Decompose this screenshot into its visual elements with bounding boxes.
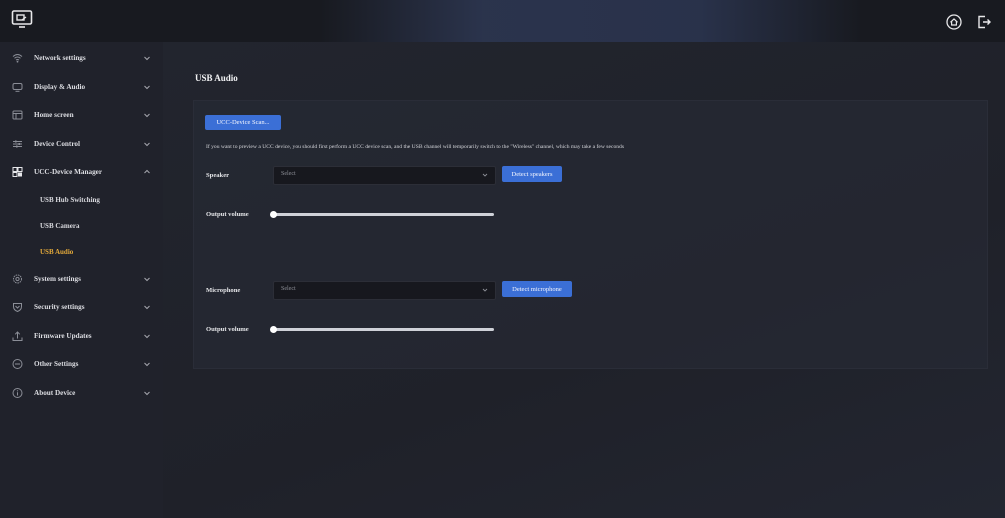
sidebar-item-label: Network settings — [34, 54, 86, 63]
minus-circle-icon — [12, 359, 23, 370]
sidebar-item-label: Firmware Updates — [34, 331, 92, 340]
chevron-down-icon — [143, 83, 151, 91]
chevron-down-icon — [143, 111, 151, 119]
microphone-select[interactable]: Select — [273, 281, 496, 300]
sidebar-item-label: Home screen — [34, 111, 74, 120]
chevron-down-icon — [143, 275, 151, 283]
speaker-select[interactable]: Select — [273, 166, 496, 185]
speaker-output-volume-label: Output volume — [206, 211, 249, 218]
speaker-volume-slider[interactable] — [273, 213, 494, 216]
speaker-select-value: Select — [281, 171, 296, 177]
sidebar-item-ucc-device-manager[interactable]: UCC-Device Manager — [0, 158, 163, 187]
sidebar-item-about-device[interactable]: About Device — [0, 379, 163, 408]
sidebar-subitem-label: USB Hub Switching — [40, 195, 100, 204]
speaker-label: Speaker — [206, 172, 230, 179]
sidebar-item-security-settings[interactable]: Security settings — [0, 293, 163, 322]
sidebar-subitem-usb-hub-switching[interactable]: USB Hub Switching — [0, 187, 163, 213]
chevron-down-icon — [143, 303, 151, 311]
top-bar — [0, 0, 1005, 42]
home-icon[interactable] — [944, 12, 964, 32]
speaker-volume-slider-thumb[interactable] — [270, 211, 277, 218]
sidebar-item-home-screen[interactable]: Home screen — [0, 101, 163, 130]
microphone-output-volume-label: Output volume — [206, 326, 249, 333]
microphone-label: Microphone — [206, 287, 241, 294]
sidebar-item-label: Other Settings — [34, 360, 79, 369]
top-bar-glow — [320, 0, 862, 42]
sidebar-item-label: Device Control — [34, 139, 80, 148]
sidebar-item-label: System settings — [34, 274, 81, 283]
main-content: USB Audio UCC-Device Scan... If you want… — [163, 42, 1005, 518]
sidebar-subitem-usb-audio[interactable]: USB Audio — [0, 239, 163, 265]
screen-share-icon[interactable] — [10, 8, 34, 30]
detect-speakers-button[interactable]: Detect speakers — [502, 166, 562, 182]
chevron-down-icon — [482, 172, 488, 178]
sidebar-item-other-settings[interactable]: Other Settings — [0, 350, 163, 379]
monitor-icon — [12, 81, 23, 92]
chevron-down-icon — [482, 287, 488, 293]
sidebar-subitem-label: USB Camera — [40, 221, 80, 230]
chevron-down-icon — [143, 389, 151, 397]
device-manager-icon — [12, 167, 23, 178]
chevron-down-icon — [143, 140, 151, 148]
chevron-up-icon — [143, 168, 151, 176]
microphone-select-value: Select — [281, 286, 296, 292]
chevron-down-icon — [143, 54, 151, 62]
logout-icon[interactable] — [974, 12, 994, 32]
sidebar-subitem-label: USB Audio — [40, 247, 74, 256]
sidebar-item-system-settings[interactable]: System settings — [0, 265, 163, 294]
usb-audio-card: UCC-Device Scan... If you want to previe… — [193, 100, 988, 369]
wifi-icon — [12, 53, 23, 64]
sidebar-item-label: UCC-Device Manager — [34, 168, 103, 177]
microphone-volume-slider[interactable] — [273, 328, 494, 331]
info-circle-icon — [12, 387, 23, 398]
ucc-device-scan-button[interactable]: UCC-Device Scan... — [205, 115, 281, 130]
sidebar-item-label: About Device — [34, 388, 76, 397]
chevron-down-icon — [143, 360, 151, 368]
sidebar-item-label: Display & Audio — [34, 82, 86, 91]
gear-icon — [12, 273, 23, 284]
upload-icon — [12, 330, 23, 341]
microphone-volume-slider-thumb[interactable] — [270, 326, 277, 333]
scan-info-text: If you want to preview a UCC device, you… — [206, 144, 625, 150]
chevron-down-icon — [143, 332, 151, 340]
page-title: USB Audio — [195, 73, 238, 83]
shield-icon — [12, 302, 23, 313]
detect-microphone-button[interactable]: Detect microphone — [502, 281, 572, 297]
sidebar-item-device-control[interactable]: Device Control — [0, 130, 163, 159]
sidebar-item-network-settings[interactable]: Network settings — [0, 44, 163, 73]
sidebar-subitem-usb-camera[interactable]: USB Camera — [0, 213, 163, 239]
home-screen-icon — [12, 110, 23, 121]
sliders-icon — [12, 138, 23, 149]
sidebar-item-label: Security settings — [34, 303, 85, 312]
sidebar-item-display-audio[interactable]: Display & Audio — [0, 73, 163, 102]
sidebar-item-firmware-updates[interactable]: Firmware Updates — [0, 322, 163, 351]
sidebar: Network settings Display & Audio Home sc… — [0, 42, 163, 518]
